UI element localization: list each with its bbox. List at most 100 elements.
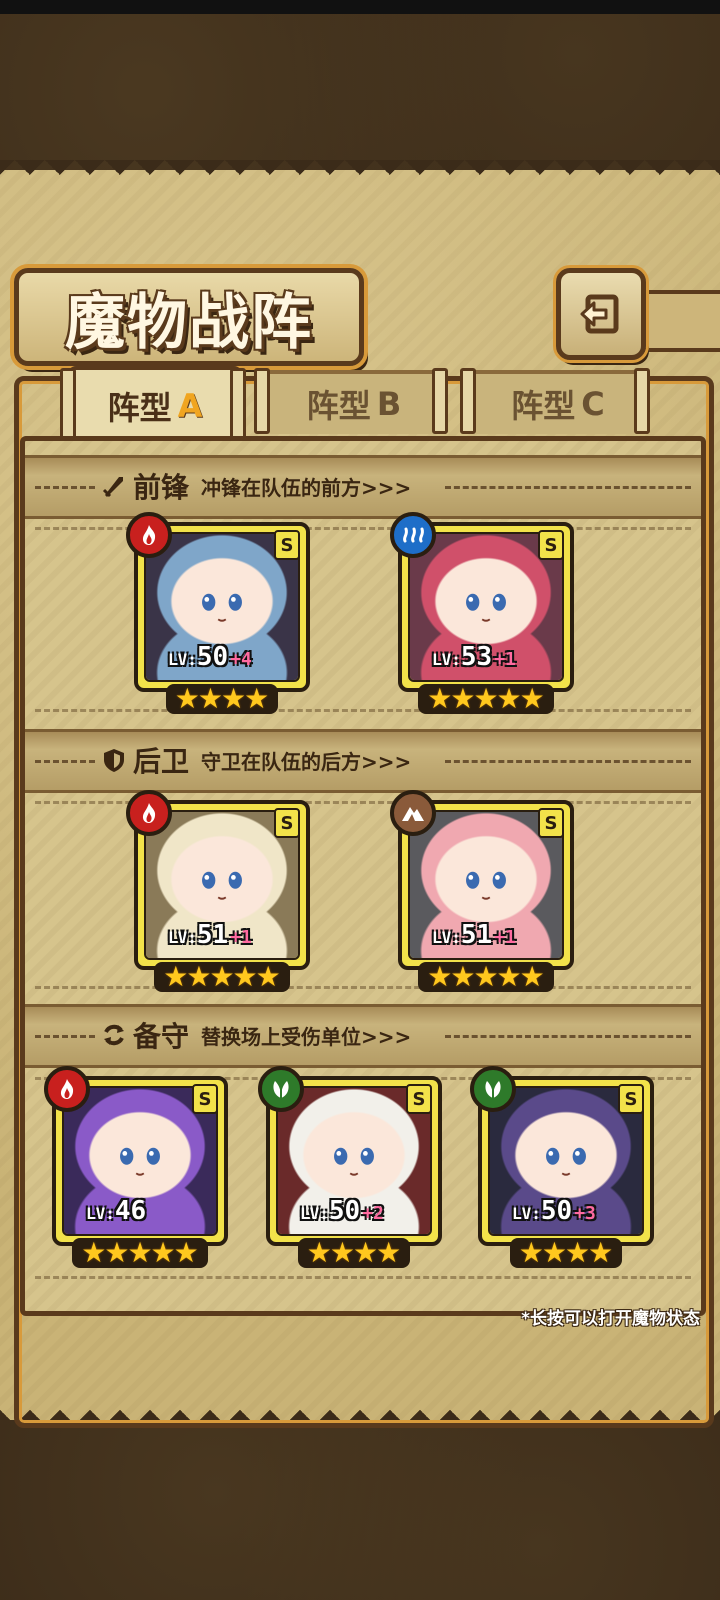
star-icon: ★ bbox=[353, 1236, 379, 1269]
star-icon: ★ bbox=[541, 1236, 567, 1269]
tab-letter: A bbox=[177, 387, 203, 425]
star-icon: ★ bbox=[427, 682, 453, 715]
tab-label: 阵型 bbox=[511, 387, 576, 425]
row-divider bbox=[35, 709, 691, 712]
section-title-back: 后卫 守卫在队伍的后方>>> bbox=[101, 740, 411, 780]
tab-formation-c[interactable]: 阵型 C bbox=[468, 370, 648, 434]
divider bbox=[445, 1035, 691, 1038]
star-icon: ★ bbox=[232, 960, 258, 993]
star-icon: ★ bbox=[186, 960, 212, 993]
long-press-hint: *长按可以打开魔物状态 bbox=[521, 1309, 700, 1329]
tab-post bbox=[432, 368, 448, 434]
level-label: LV: bbox=[512, 1204, 541, 1223]
section-header-back: 后卫 守卫在队伍的后方>>> bbox=[25, 729, 701, 793]
monster-card[interactable]: S LV:50 +2 ★ ★ ★ ★ bbox=[258, 1066, 442, 1268]
enhance-value: +4 bbox=[230, 649, 252, 670]
tab-formation-a[interactable]: 阵型 A bbox=[68, 366, 242, 442]
torn-edge-top bbox=[0, 160, 720, 190]
back-button[interactable] bbox=[556, 268, 646, 360]
star-icon: ★ bbox=[255, 960, 281, 993]
top-background bbox=[0, 0, 720, 180]
grade-badge: S bbox=[192, 1084, 218, 1114]
star-rating-bg: ★ ★ ★ ★ ★ bbox=[418, 684, 554, 714]
star-rating-bg: ★ ★ ★ ★ ★ bbox=[418, 962, 554, 992]
star-rating: ★ ★ ★ ★ ★ bbox=[402, 684, 570, 714]
water-element-icon bbox=[390, 512, 436, 558]
level-label: LV: bbox=[432, 928, 461, 947]
grade-badge: S bbox=[274, 808, 300, 838]
section-header-front: 前锋 冲锋在队伍的前方>>> bbox=[25, 455, 701, 519]
level-label: LV: bbox=[168, 928, 197, 947]
swap-icon bbox=[104, 1024, 124, 1046]
shield-icon bbox=[104, 749, 124, 772]
star-icon: ★ bbox=[376, 1236, 402, 1269]
row-divider bbox=[35, 1276, 691, 1279]
title-banner: 魔物战阵 bbox=[14, 268, 364, 366]
tab-post bbox=[460, 368, 476, 434]
enhance-value: +1 bbox=[494, 649, 516, 670]
monster-level: LV:51 +1 bbox=[168, 920, 252, 950]
star-icon: ★ bbox=[496, 682, 522, 715]
monster-level: LV:50 +3 bbox=[512, 1196, 596, 1226]
section-name: 前锋 bbox=[133, 471, 190, 504]
star-rating: ★ ★ ★ ★ bbox=[138, 684, 306, 714]
grade-badge: S bbox=[618, 1084, 644, 1114]
row-divider bbox=[35, 986, 691, 989]
star-icon: ★ bbox=[173, 1236, 199, 1269]
monster-level: LV:50 +2 bbox=[300, 1196, 384, 1226]
monster-level: LV:53 +1 bbox=[432, 642, 516, 672]
star-icon: ★ bbox=[450, 682, 476, 715]
star-rating-bg: ★ ★ ★ ★ bbox=[509, 1236, 623, 1269]
divider bbox=[35, 1035, 95, 1038]
level-label: LV: bbox=[432, 650, 461, 669]
star-icon: ★ bbox=[197, 682, 223, 715]
section-title-front: 前锋 冲锋在队伍的前方>>> bbox=[101, 466, 411, 506]
monster-card[interactable]: S LV:51 +1 ★ ★ ★ ★ ★ bbox=[126, 790, 310, 992]
tab-post bbox=[634, 368, 650, 434]
section-name: 备守 bbox=[133, 1020, 190, 1053]
star-icon: ★ bbox=[163, 960, 189, 993]
star-icon: ★ bbox=[81, 1236, 107, 1269]
star-icon: ★ bbox=[473, 960, 499, 993]
tab-label: 阵型 bbox=[107, 389, 172, 427]
star-rating: ★ ★ ★ ★ ★ bbox=[56, 1238, 224, 1268]
tab-letter: C bbox=[581, 385, 605, 423]
star-rating-bg: ★ ★ ★ ★ ★ bbox=[154, 962, 290, 992]
star-icon: ★ bbox=[306, 1236, 332, 1269]
star-rating-bg: ★ ★ ★ ★ bbox=[165, 682, 279, 715]
level-value: 51 bbox=[460, 920, 493, 950]
back-arrow-icon bbox=[580, 294, 619, 334]
star-icon: ★ bbox=[127, 1236, 153, 1269]
level-value: 46 bbox=[114, 1196, 147, 1226]
star-rating: ★ ★ ★ ★ ★ bbox=[402, 962, 570, 992]
earth-element-icon bbox=[390, 790, 436, 836]
grade-badge: S bbox=[538, 530, 564, 560]
enhance-value: +2 bbox=[362, 1203, 384, 1224]
tab-label: 阵型 bbox=[306, 387, 371, 425]
star-icon: ★ bbox=[496, 960, 522, 993]
level-label: LV: bbox=[300, 1204, 329, 1223]
level-value: 50 bbox=[540, 1196, 573, 1226]
section-header-reserve: 备守 替换场上受伤单位>>> bbox=[25, 1004, 701, 1068]
star-rating-bg: ★ ★ ★ ★ bbox=[297, 1236, 411, 1269]
star-icon: ★ bbox=[209, 960, 235, 993]
monster-card[interactable]: S LV:50 +4 ★ ★ ★ ★ bbox=[126, 512, 310, 714]
tab-post bbox=[230, 368, 246, 440]
tab-formation-b[interactable]: 阵型 B bbox=[262, 370, 446, 434]
bottom-background bbox=[0, 1420, 720, 1600]
level-value: 50 bbox=[196, 642, 229, 672]
monster-level: LV:50 +4 bbox=[168, 642, 252, 672]
section-subtitle: 替换场上受伤单位>>> bbox=[201, 1024, 412, 1049]
grade-badge: S bbox=[406, 1084, 432, 1114]
monster-card[interactable]: S LV:51 +1 ★ ★ ★ ★ ★ bbox=[390, 790, 574, 992]
fire-element-icon bbox=[44, 1066, 90, 1112]
star-icon: ★ bbox=[518, 1236, 544, 1269]
level-label: LV: bbox=[168, 650, 197, 669]
monster-card[interactable]: S LV:46 ★ ★ ★ ★ ★ bbox=[44, 1066, 228, 1268]
monster-card[interactable]: S LV:50 +3 ★ ★ ★ ★ bbox=[470, 1066, 654, 1268]
divider bbox=[35, 760, 95, 763]
nature-element-icon bbox=[258, 1066, 304, 1112]
tab-post bbox=[254, 368, 270, 434]
divider bbox=[445, 760, 691, 763]
monster-card[interactable]: S LV:53 +1 ★ ★ ★ ★ ★ bbox=[390, 512, 574, 714]
